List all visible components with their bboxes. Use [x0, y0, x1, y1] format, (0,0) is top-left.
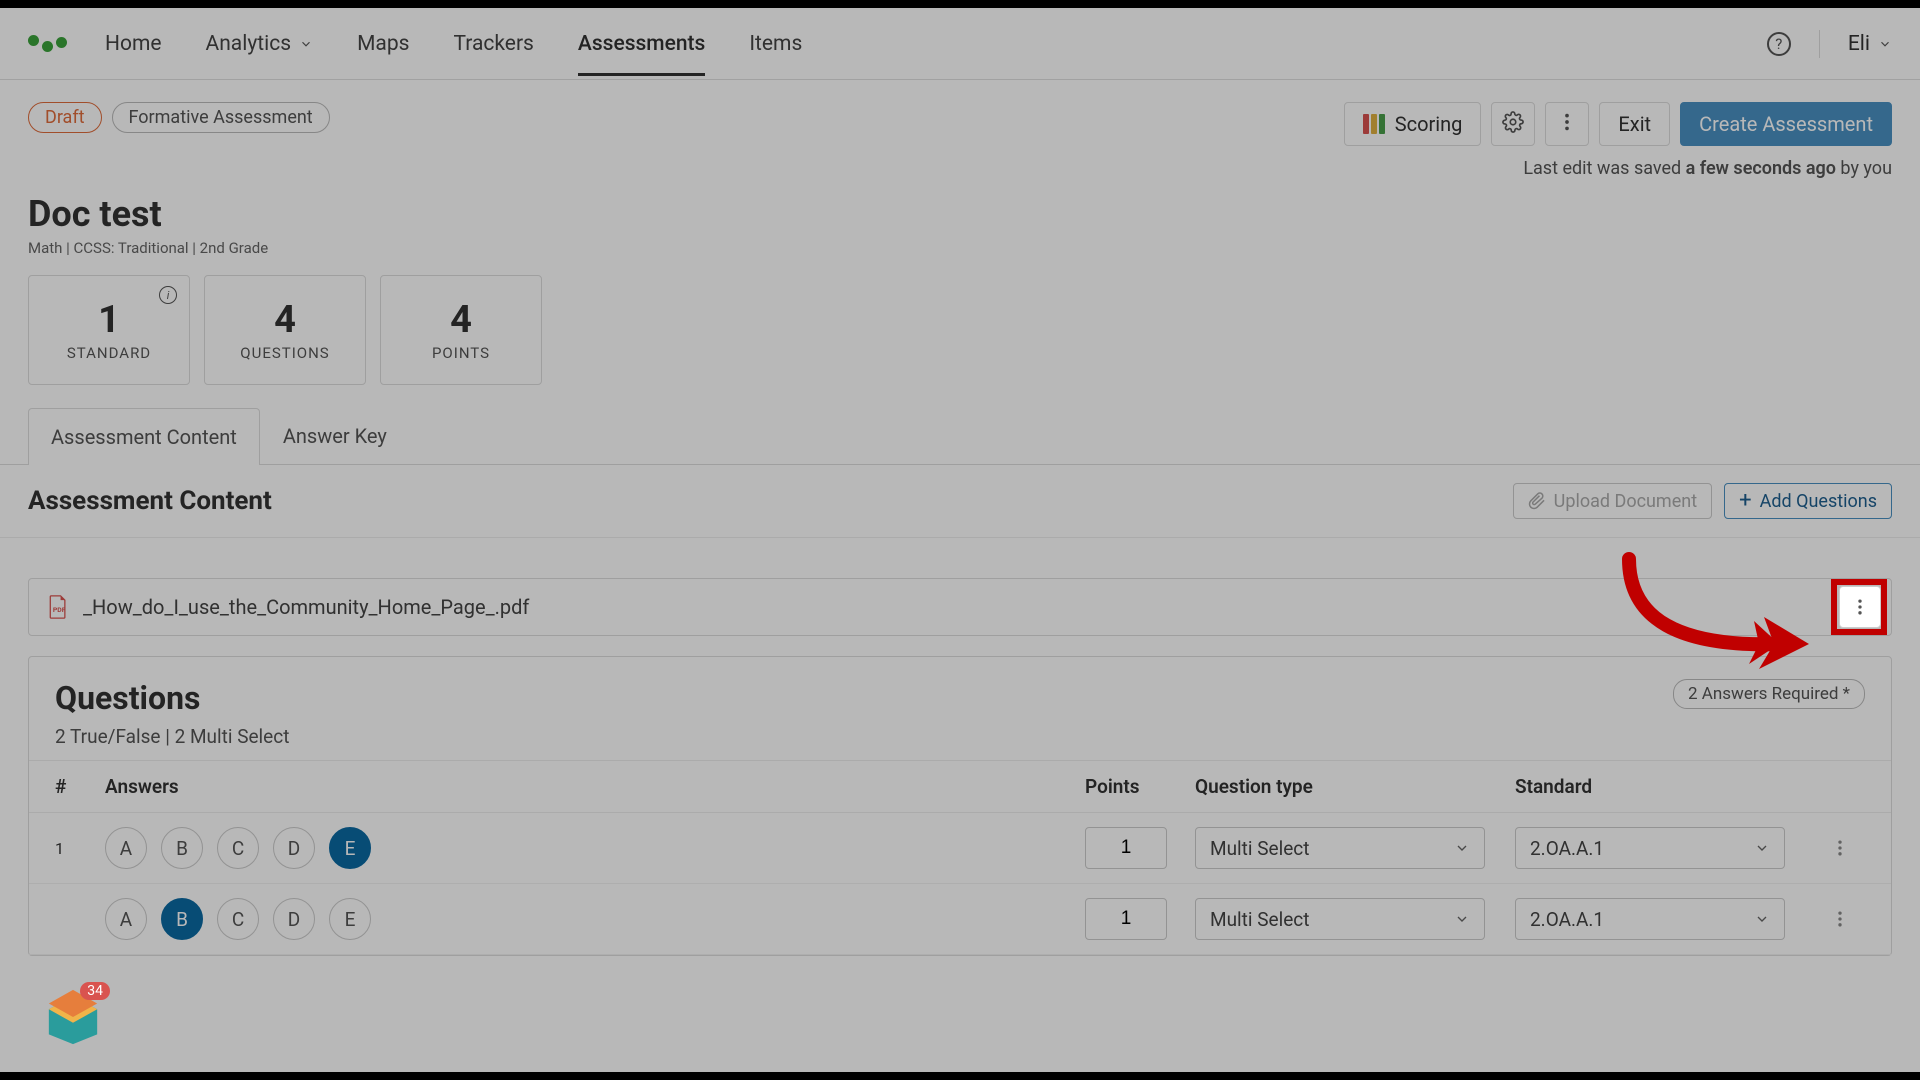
answer-bubble[interactable]: D — [273, 827, 315, 869]
divider — [1819, 30, 1820, 58]
paperclip-icon — [1528, 492, 1546, 510]
questions-subtitle: 2 True/False | 2 Multi Select — [55, 725, 289, 748]
standard-select[interactable]: 2.OA.A.1 — [1515, 898, 1785, 940]
answer-bubble[interactable]: C — [217, 898, 259, 940]
section-title: Assessment Content — [28, 486, 272, 516]
stat-label: POINTS — [432, 344, 490, 362]
chevron-down-icon — [1878, 37, 1892, 51]
nav-assessments[interactable]: Assessments — [578, 12, 705, 76]
nav-items[interactable]: Items — [749, 12, 802, 76]
row-options-button[interactable] — [1815, 838, 1865, 858]
nav-analytics[interactable]: Analytics — [206, 12, 314, 76]
points-input[interactable] — [1085, 827, 1167, 869]
plus-icon: + — [1739, 490, 1751, 512]
create-assessment-button[interactable]: Create Assessment — [1680, 102, 1892, 146]
formative-badge: Formative Assessment — [112, 102, 330, 133]
upload-document-label: Upload Document — [1554, 491, 1697, 512]
add-questions-button[interactable]: + Add Questions — [1724, 483, 1892, 519]
page-meta: Math | CCSS: Traditional | 2nd Grade — [28, 239, 1892, 257]
vertical-dots-icon — [1850, 597, 1870, 617]
file-name: _How_do_I_use_the_Community_Home_Page_.p… — [83, 595, 529, 619]
widget-badge: 34 — [80, 982, 110, 1000]
attached-file-row: PDF _How_do_I_use_the_Community_Home_Pag… — [28, 578, 1892, 636]
more-button[interactable] — [1545, 102, 1589, 146]
question-type-select[interactable]: Multi Select — [1195, 827, 1485, 869]
answer-bubble[interactable]: E — [329, 898, 371, 940]
help-icon[interactable]: ? — [1767, 32, 1791, 56]
draft-badge: Draft — [28, 102, 102, 133]
answer-bubble[interactable]: C — [217, 827, 259, 869]
points-input[interactable] — [1085, 898, 1167, 940]
scoring-button[interactable]: Scoring — [1344, 102, 1482, 146]
settings-button[interactable] — [1491, 102, 1535, 146]
tab-answer-key[interactable]: Answer Key — [260, 407, 410, 464]
page-title: Doc test — [28, 193, 1892, 235]
question-type-select[interactable]: Multi Select — [1195, 898, 1485, 940]
stat-card: 4 QUESTIONS — [204, 275, 366, 385]
answer-bubble[interactable]: D — [273, 898, 315, 940]
top-nav: Home Analytics Maps Trackers Assessments… — [0, 8, 1920, 80]
stat-card: i 1 STANDARD — [28, 275, 190, 385]
scoring-icon — [1363, 114, 1385, 134]
scoring-label: Scoring — [1395, 112, 1463, 136]
nav-home[interactable]: Home — [105, 12, 162, 76]
answers-required-pill: 2 Answers Required * — [1673, 679, 1865, 709]
file-options-button[interactable] — [1839, 586, 1881, 628]
nav-analytics-label: Analytics — [206, 32, 292, 56]
stat-label: QUESTIONS — [240, 344, 329, 362]
stat-number: 4 — [450, 298, 472, 342]
answer-bubble[interactable]: A — [105, 827, 147, 869]
standard-select[interactable]: 2.OA.A.1 — [1515, 827, 1785, 869]
answer-bubble[interactable]: B — [161, 827, 203, 869]
pdf-icon: PDF — [47, 595, 69, 619]
add-questions-label: Add Questions — [1760, 491, 1877, 512]
table-row: ABCDE Multi Select 2.OA.A.1 — [29, 884, 1891, 955]
upload-document-button[interactable]: Upload Document — [1513, 483, 1712, 519]
vertical-dots-icon — [1556, 111, 1578, 138]
table-row: 1ABCDE Multi Select 2.OA.A.1 — [29, 813, 1891, 884]
user-name: Eli — [1848, 32, 1870, 56]
row-options-button[interactable] — [1815, 909, 1865, 929]
chevron-down-icon — [299, 37, 313, 51]
help-widget[interactable]: 34 — [44, 988, 102, 1046]
tab-assessment-content[interactable]: Assessment Content — [28, 408, 260, 465]
answer-bubble[interactable]: E — [329, 827, 371, 869]
answer-bubble[interactable]: A — [105, 898, 147, 940]
save-status: Last edit was saved a few seconds ago by… — [0, 154, 1920, 179]
stat-number: 4 — [274, 298, 296, 342]
stat-number: 1 — [98, 298, 120, 342]
questions-table-header: # Answers Points Question type Standard — [29, 760, 1891, 813]
stat-label: STANDARD — [67, 344, 151, 362]
nav-maps[interactable]: Maps — [357, 12, 409, 76]
exit-button[interactable]: Exit — [1599, 102, 1670, 146]
user-menu[interactable]: Eli — [1848, 32, 1892, 56]
questions-title: Questions — [55, 679, 289, 717]
logo — [28, 38, 67, 49]
gear-icon — [1502, 111, 1524, 138]
answer-bubble[interactable]: B — [161, 898, 203, 940]
stat-card: 4 POINTS — [380, 275, 542, 385]
status-badges: Draft Formative Assessment — [28, 102, 330, 133]
svg-text:PDF: PDF — [53, 606, 66, 614]
nav-trackers[interactable]: Trackers — [453, 12, 533, 76]
row-number: 1 — [55, 839, 105, 858]
info-icon[interactable]: i — [159, 286, 177, 304]
